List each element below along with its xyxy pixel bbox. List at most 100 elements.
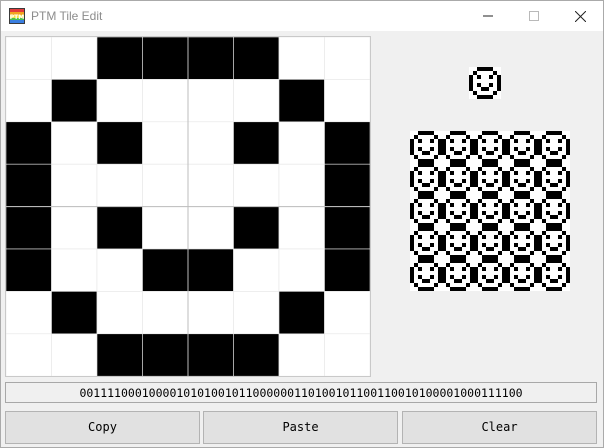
grid-cell[interactable]: [233, 248, 280, 292]
tiled-preview-pixel: [490, 179, 494, 183]
tile-editor-grid[interactable]: [5, 36, 371, 377]
grid-cell[interactable]: [324, 206, 371, 250]
grid-cell[interactable]: [96, 333, 143, 376]
tiled-preview-pixel: [418, 275, 422, 279]
tiled-preview-pixel: [454, 287, 458, 291]
tiled-preview-pixel: [514, 151, 518, 155]
grid-cell[interactable]: [324, 79, 371, 123]
grid-cell[interactable]: [142, 333, 189, 376]
grid-cell[interactable]: [324, 248, 371, 292]
tiled-preview-pixel: [442, 239, 446, 243]
grid-cell[interactable]: [278, 121, 325, 165]
tiled-preview-pixel: [474, 187, 478, 191]
grid-cell[interactable]: [187, 291, 234, 335]
grid-cell[interactable]: [6, 291, 52, 335]
grid-cell[interactable]: [187, 121, 234, 165]
grid-cell[interactable]: [6, 248, 52, 292]
grid-cell[interactable]: [278, 206, 325, 250]
grid-cell[interactable]: [142, 206, 189, 250]
tile-pixel-canvas[interactable]: [6, 37, 370, 376]
grid-cell[interactable]: [96, 37, 143, 80]
grid-cell[interactable]: [324, 291, 371, 335]
grid-cell[interactable]: [96, 79, 143, 123]
tiled-preview-pixel: [466, 235, 470, 239]
grid-cell[interactable]: [6, 163, 52, 207]
tiled-preview-pixel: [514, 283, 518, 287]
grid-cell[interactable]: [324, 333, 371, 376]
tiled-preview-pixel: [546, 251, 550, 255]
grid-cell[interactable]: [278, 37, 325, 80]
grid-cell[interactable]: [51, 121, 98, 165]
copy-button[interactable]: Copy: [5, 411, 200, 444]
grid-cell[interactable]: [51, 248, 98, 292]
grid-cell[interactable]: [187, 37, 234, 80]
grid-cell[interactable]: [233, 121, 280, 165]
paste-button[interactable]: Paste: [203, 411, 398, 444]
bit-string-field[interactable]: 0011110001000010101001011000000110100101…: [5, 382, 597, 403]
tiled-preview-pixel: [554, 199, 558, 203]
tiled-preview-pixel: [558, 231, 562, 235]
grid-cell[interactable]: [51, 37, 98, 80]
grid-cell[interactable]: [6, 37, 52, 80]
grid-cell[interactable]: [96, 163, 143, 207]
grid-cell[interactable]: [278, 248, 325, 292]
grid-cell[interactable]: [278, 333, 325, 376]
grid-cell[interactable]: [6, 206, 52, 250]
grid-cell[interactable]: [233, 333, 280, 376]
grid-cell[interactable]: [51, 163, 98, 207]
grid-cell[interactable]: [233, 206, 280, 250]
grid-cell[interactable]: [324, 37, 371, 80]
tiled-preview-pixel: [542, 267, 546, 271]
grid-cell[interactable]: [324, 163, 371, 207]
grid-cell[interactable]: [142, 121, 189, 165]
grid-cell[interactable]: [278, 163, 325, 207]
clear-button[interactable]: Clear: [402, 411, 597, 444]
tiled-preview-pixel: [562, 191, 566, 195]
grid-cell[interactable]: [187, 163, 234, 207]
tiled-preview-pixel: [526, 203, 530, 207]
grid-cell[interactable]: [51, 79, 98, 123]
preview-pixel: [469, 79, 473, 83]
tiled-preview-pixel: [446, 243, 450, 247]
grid-cell[interactable]: [233, 79, 280, 123]
grid-cell[interactable]: [6, 121, 52, 165]
tiled-preview-pixel: [470, 131, 474, 135]
tiled-preview-pixel: [434, 131, 438, 135]
grid-cell[interactable]: [142, 37, 189, 80]
grid-cell[interactable]: [96, 291, 143, 335]
tiled-preview-pixel: [542, 131, 546, 135]
grid-cell[interactable]: [187, 79, 234, 123]
tiled-preview-pixel: [550, 251, 554, 255]
grid-cell[interactable]: [278, 79, 325, 123]
tiled-preview-pixel: [458, 263, 462, 267]
grid-cell[interactable]: [142, 291, 189, 335]
tiled-preview-pixel: [522, 247, 526, 251]
grid-cell[interactable]: [6, 333, 52, 376]
grid-cell[interactable]: [142, 248, 189, 292]
grid-cell[interactable]: [142, 79, 189, 123]
close-button[interactable]: [557, 1, 603, 31]
grid-cell[interactable]: [233, 291, 280, 335]
maximize-button[interactable]: [511, 1, 557, 31]
tiled-preview-pixel: [518, 263, 522, 267]
grid-cell[interactable]: [233, 163, 280, 207]
grid-cell[interactable]: [96, 248, 143, 292]
tiled-preview-pixel: [470, 179, 474, 183]
grid-cell[interactable]: [51, 291, 98, 335]
grid-cell[interactable]: [96, 121, 143, 165]
tiled-preview-pixel: [510, 279, 514, 283]
grid-cell[interactable]: [187, 206, 234, 250]
minimize-button[interactable]: [465, 1, 511, 31]
grid-cell[interactable]: [187, 333, 234, 376]
grid-cell[interactable]: [278, 291, 325, 335]
tiled-preview-pixel: [418, 143, 422, 147]
grid-cell[interactable]: [233, 37, 280, 80]
grid-cell[interactable]: [96, 206, 143, 250]
grid-cell[interactable]: [142, 163, 189, 207]
grid-cell[interactable]: [324, 121, 371, 165]
tiled-preview-pixel: [538, 211, 542, 215]
grid-cell[interactable]: [51, 206, 98, 250]
grid-cell[interactable]: [51, 333, 98, 376]
grid-cell[interactable]: [187, 248, 234, 292]
grid-cell[interactable]: [6, 79, 52, 123]
